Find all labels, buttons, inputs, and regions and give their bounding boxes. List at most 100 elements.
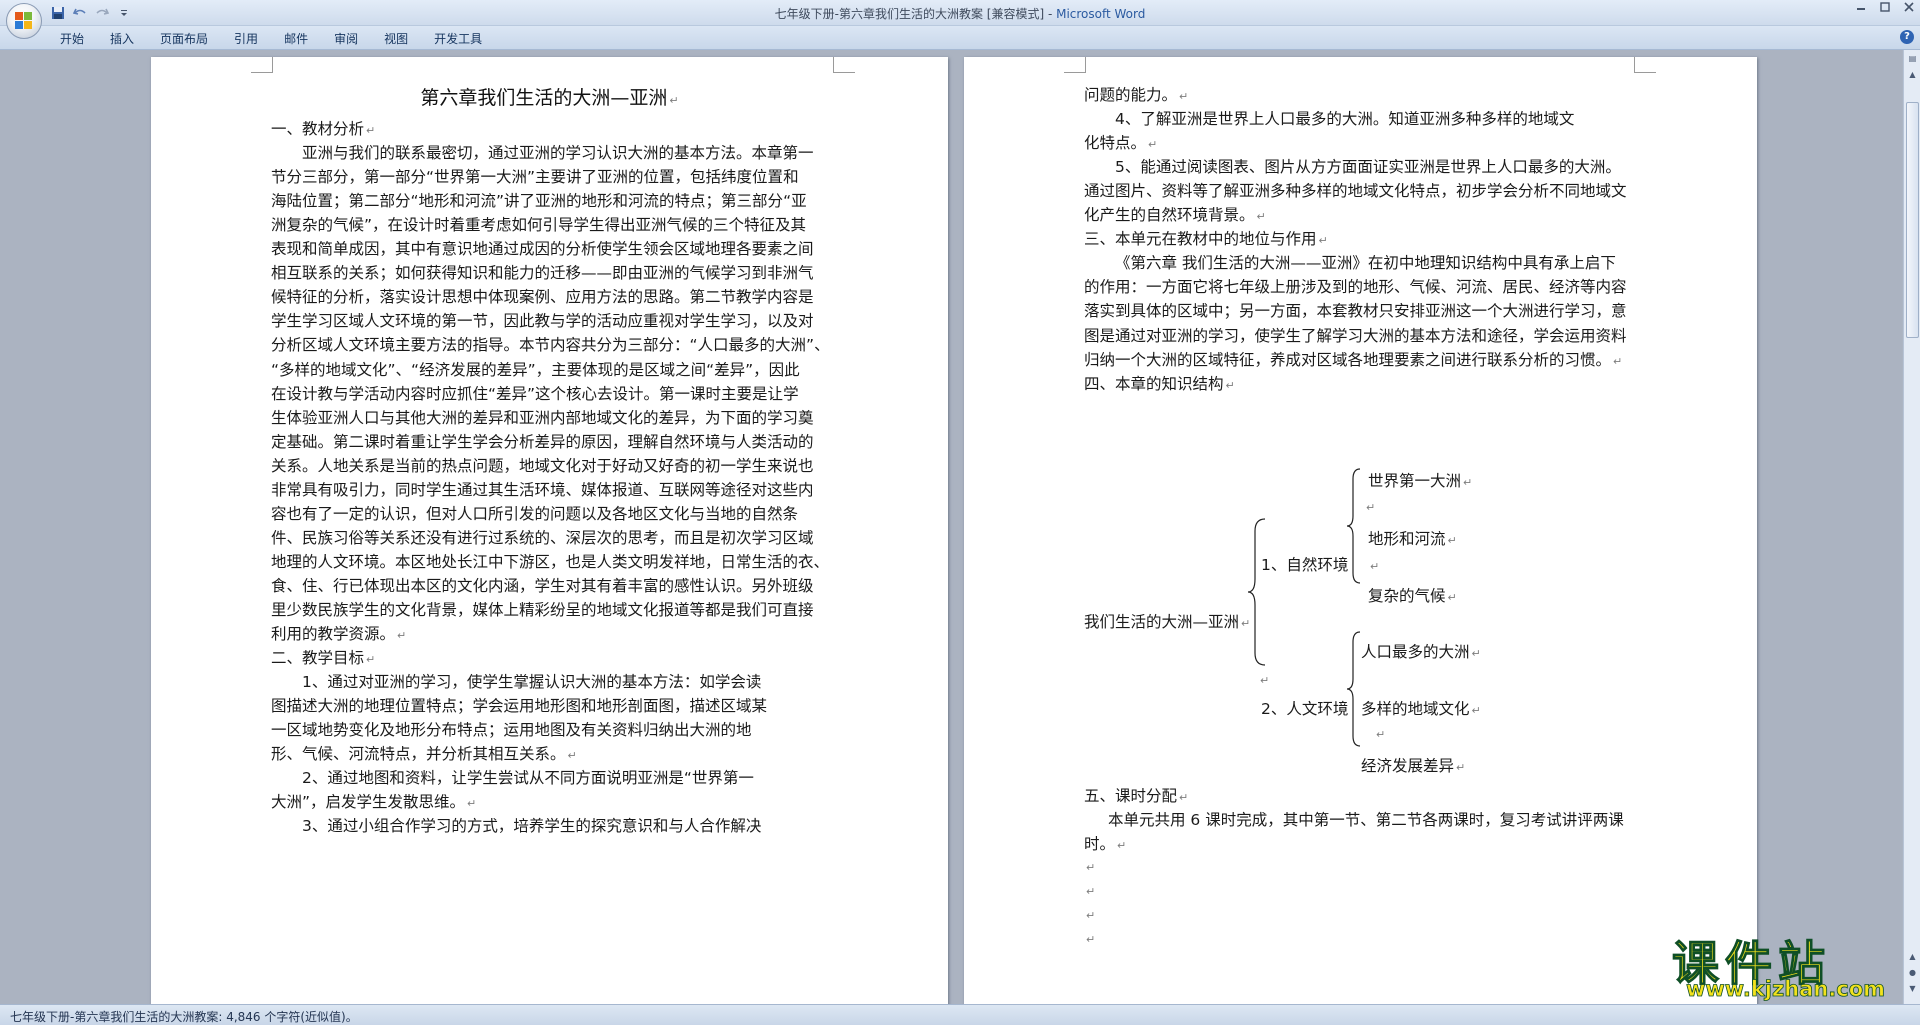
vertical-scrollbar[interactable]: ▤ ▲ ▲ ● ▼ <box>1903 50 1920 1004</box>
page-left[interactable]: 第六章我们生活的大洲—亚洲 ↵ 一、教材分析 ↵ 亚洲与我们的联系最密切，通过亚洲的学… <box>151 57 948 1004</box>
body-line: 的作用：一方面它将七年级上册涉及到的地形、气候、河流、居民、经济等内容 <box>1084 278 1627 297</box>
body-line: 地理的人文环境。本区地处长江中下游区，也是人类文明发祥地，日常生活的衣、 <box>271 552 830 571</box>
body-line: 问题的能力。 ↵ <box>1084 86 1189 104</box>
app-name: Microsoft Word <box>1056 7 1146 21</box>
branch-human-environment: 2、人文环境 <box>1261 700 1349 718</box>
body-line: 分析区域人文环境主要方法的指导。本节内容共分为三部分：“人口最多的大洲”、 <box>271 336 830 355</box>
body-line: 节分三部分，第一部分“世界第一大洲”主要讲了亚洲的位置，包括纬度位置和 <box>271 168 799 187</box>
tab-view[interactable]: 视图 <box>371 30 421 48</box>
body-line: 二、教学目标 ↵ <box>271 649 376 668</box>
status-bar: 七年级下册-第六章我们生活的大洲教案: 4,846 个字符(近似值)。 <box>0 1004 1920 1025</box>
body-line: “多样的地域文化”、“经济发展的差异”，主要体现的是区域之间“差异”，因此 <box>271 360 800 379</box>
maximize-icon[interactable] <box>1880 2 1890 15</box>
paragraph-mark: ↵ <box>1086 909 1096 922</box>
crop-mark <box>1634 57 1656 73</box>
kjzhan-watermark: 课件站 www.kjzhan.com <box>1671 925 1908 1002</box>
body-line: 图是通过对亚洲的学习，使学生了解学习大洲的基本方法和途径，学会运用资料 <box>1084 326 1627 345</box>
crop-mark <box>251 57 273 73</box>
tab-review[interactable]: 审阅 <box>321 30 371 48</box>
scroll-up-icon[interactable]: ▲ <box>1906 68 1919 82</box>
office-logo-icon <box>15 12 33 30</box>
body-line: 5、能通过阅读图表、图片从方方面面证实亚洲是世界上人口最多的大洲。 <box>1115 158 1621 177</box>
title-bar: 七年级下册-第六章我们生活的大洲教案 [兼容模式] - Microsoft Wo… <box>0 0 1920 26</box>
help-icon[interactable]: ? <box>1900 30 1914 44</box>
status-text: 七年级下册-第六章我们生活的大洲教案: 4,846 个字符(近似值)。 <box>10 1010 358 1024</box>
watermark-url: www.kjzhan.com <box>1686 977 1886 1002</box>
body-line: 五、课时分配 ↵ <box>1084 787 1189 805</box>
tab-developer[interactable]: 开发工具 <box>421 30 495 48</box>
body-line: 四、本章的知识结构 ↵ <box>1084 374 1235 393</box>
document-area[interactable]: 第六章我们生活的大洲—亚洲 ↵ 一、教材分析 ↵ 亚洲与我们的联系最密切，通过亚洲的学… <box>0 50 1902 1004</box>
body-line: 时。 ↵ <box>1084 835 1127 854</box>
body-line: 定基础。第二课时着重让学生学会分析差异的原因，理解自然环境与人类活动的 <box>271 432 814 451</box>
crop-mark <box>833 57 855 73</box>
body-line: 3、通过小组合作学习的方式，培养学生的探究意识和与人合作解决 <box>302 817 762 836</box>
body-line: 件、民族习俗等关系还没有进行过系统的、深层次的思考，而且是初次学习区域 <box>271 528 814 547</box>
body-line: 形、气候、河流特点，并分析其相互关系。 ↵ <box>271 745 577 764</box>
body-line: 洲复杂的气候”，在设计时着重考虑如何引导学生得出亚洲气候的三个特征及其 <box>271 216 807 235</box>
paragraph-mark: ↵ <box>1086 933 1096 946</box>
branch-natural-environment: 1、自然环境 <box>1261 556 1349 574</box>
tab-page-layout[interactable]: 页面布局 <box>147 30 221 48</box>
body-line: 在设计教与学活动内容时应抓住“差异”这个核心去设计。第一课时主要是让学 <box>271 384 799 403</box>
tab-insert[interactable]: 插入 <box>97 30 147 48</box>
document-name: 七年级下册-第六章我们生活的大洲教案 [兼容模式] - <box>774 7 1057 21</box>
item-economic-difference: 经济发展差异 ↵ <box>1361 757 1466 775</box>
body-line: 4、了解亚洲是世界上人口最多的大洲。知道亚洲多种多样的地域文 <box>1115 110 1575 129</box>
crop-mark <box>1064 57 1086 73</box>
tab-references[interactable]: 引用 <box>221 30 271 48</box>
body-line: 食、住、行已体现出本区的文化内涵，学生对其有着丰富的感性认识。另外班级 <box>271 576 814 595</box>
body-line: 表现和简单成因，其中有意识地通过成因的分析使学生领会区域地理各要素之间 <box>271 240 814 259</box>
body-line: 2、通过地图和资料，让学生尝试从不同方面说明亚洲是“世界第一 <box>302 769 754 788</box>
paragraph-mark: ↵ <box>1260 674 1270 687</box>
structure-root: 我们生活的大洲—亚洲 ↵ <box>1084 613 1251 631</box>
item-most-populous: 人口最多的大洲 ↵ <box>1361 643 1481 661</box>
scroll-thumb[interactable] <box>1906 102 1919 338</box>
close-icon[interactable] <box>1904 2 1914 15</box>
body-line: 《第六章 我们生活的大洲——亚洲》在初中地理知识结构中具有承上启下 <box>1115 254 1616 273</box>
paragraph-mark: ↵ <box>1086 885 1096 898</box>
body-line: 利用的教学资源。 ↵ <box>271 625 407 644</box>
ribbon: 开始 插入 页面布局 引用 邮件 审阅 视图 开发工具 ? <box>0 26 1920 50</box>
paragraph-mark: ↵ <box>1376 728 1386 741</box>
item-largest-continent: 世界第一大洲 ↵ <box>1368 472 1473 490</box>
human-brace <box>1346 631 1361 747</box>
body-line: 一区域地势变化及地形分布特点；运用地图及有关资料归纳出大洲的地 <box>271 721 752 740</box>
body-line: 化特点。 ↵ <box>1084 134 1158 153</box>
paragraph-mark: ↵ <box>1086 861 1096 874</box>
body-line: 一、教材分析 ↵ <box>271 120 376 138</box>
body-line: 亚洲与我们的联系最密切，通过亚洲的学习认识大洲的基本方法。本章第一 <box>302 144 814 163</box>
body-line: 图描述大洲的地理位置特点；学会运用地形图和地形剖面图，描述区域某 <box>271 697 768 716</box>
body-line: 学生学习区域人文环境的第一节，因此教与学的活动应重视对学生学习，以及对 <box>271 312 814 331</box>
tab-home[interactable]: 开始 <box>60 30 97 48</box>
body-line: 落实到具体的区域中；另一方面，本套教材只安排亚洲这一个大洲进行学习，意 <box>1084 302 1627 321</box>
body-line: 大洲”，启发学生发散思维。 ↵ <box>271 793 477 812</box>
item-diverse-culture: 多样的地域文化 ↵ <box>1361 700 1481 718</box>
body-line: 通过图片、资料等了解亚洲多种多样的地域文化特点，初步学会分析不同地域文 <box>1084 182 1627 201</box>
natural-brace <box>1346 468 1361 584</box>
paragraph-mark: ↵ <box>1370 560 1380 573</box>
page-right[interactable]: 问题的能力。 ↵ 4、了解亚洲是世界上人口最多的大洲。知道亚洲多种多样的地域文化特点… <box>964 57 1757 1004</box>
tab-mailings[interactable]: 邮件 <box>271 30 321 48</box>
body-line: 相互联系的关系；如何获得知识和能力的迁移——即由亚洲的气候学习到非洲气 <box>271 264 814 283</box>
body-line: 归纳一个大洲的区域特征，养成对区域各地理要素之间进行联系分析的习惯。 ↵ <box>1084 350 1623 369</box>
ribbon-tabs: 开始 插入 页面布局 引用 邮件 审阅 视图 开发工具 <box>60 30 495 48</box>
document-title: 第六章我们生活的大洲—亚洲 ↵ <box>420 87 679 109</box>
body-line: 海陆位置；第二部分“地形和河流”讲了亚洲的地形和河流的特点；第三部分“亚 <box>271 192 807 211</box>
body-line: 关系。人地关系是当前的热点问题，地域文化对于好动又好奇的初一学生来说也 <box>271 456 814 475</box>
body-line: 里少数民族学生的文化背景，媒体上精彩纷呈的地域文化报道等都是我们可直接 <box>271 601 814 619</box>
body-line: 本单元共用 6 课时完成，其中第一节、第二节各两课时，复习考试讲评两课 <box>1108 811 1624 830</box>
window-title: 七年级下册-第六章我们生活的大洲教案 [兼容模式] - Microsoft Wo… <box>0 5 1920 22</box>
item-terrain-rivers: 地形和河流 ↵ <box>1368 530 1457 548</box>
paragraph-mark: ↵ <box>1366 501 1376 514</box>
body-line: 非常具有吸引力，同时学生通过其生活环境、媒体报道、互联网等途径对这些内 <box>271 480 814 499</box>
body-line: 容也有了一定的认识，但对人口所引发的问题以及各地区文化与当地的自然条 <box>271 504 799 523</box>
body-line: 化产生的自然环境背景。 ↵ <box>1084 206 1266 225</box>
body-line: 候特征的分析，落实设计思想中体现案例、应用方法的思路。第二节教学内容是 <box>271 288 814 307</box>
office-button[interactable] <box>6 3 42 39</box>
ruler-toggle-icon[interactable]: ▤ <box>1906 52 1919 66</box>
window-controls <box>1856 2 1914 15</box>
body-line: 1、通过对亚洲的学习，使学生掌握认识大洲的基本方法：如学会读 <box>302 673 762 692</box>
minimize-icon[interactable] <box>1856 2 1866 15</box>
body-line: 生体验亚洲人口与其他大洲的差异和亚洲内部地域文化的差异，为下面的学习奠 <box>271 408 814 427</box>
